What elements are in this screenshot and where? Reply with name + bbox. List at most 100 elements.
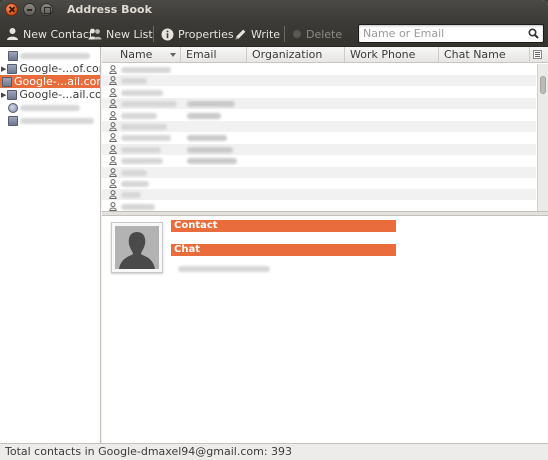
delete-icon — [292, 29, 302, 39]
contact-row[interactable] — [102, 178, 536, 189]
column-organization[interactable]: Organization — [247, 47, 345, 63]
contact-person-icon — [109, 76, 117, 86]
maximize-window-button[interactable] — [40, 3, 53, 16]
contact-row[interactable] — [102, 189, 536, 201]
title-bar[interactable]: Address Book — [0, 0, 548, 20]
directory-label: Google-...of.com — [19, 62, 100, 75]
search-box[interactable] — [358, 24, 544, 43]
contact-name-redacted — [121, 158, 163, 165]
expand-arrow-icon[interactable]: ▶ — [1, 91, 6, 99]
directory-item[interactable]: ▶ Google-...of.com — [0, 62, 100, 75]
properties-button[interactable]: Properties — [161, 26, 234, 42]
default-avatar-icon — [115, 226, 159, 269]
contact-email-redacted — [187, 158, 237, 165]
contact-row[interactable] — [102, 155, 536, 166]
new-list-label: New List — [106, 27, 153, 41]
contact-row[interactable] — [102, 75, 536, 87]
address-book-window: Address Book New Contact New List Proper… — [0, 0, 548, 460]
contact-row[interactable] — [102, 87, 536, 98]
toolbar-separator — [284, 26, 285, 42]
delete-label: Delete — [306, 27, 343, 41]
contacts-list-pane: Name Email Organization Work Phone Chat … — [102, 47, 548, 211]
search-icon[interactable] — [528, 28, 539, 39]
contact-email-redacted — [187, 112, 221, 119]
contact-email-redacted — [187, 135, 227, 142]
collected-addresses-icon — [8, 102, 18, 113]
book-icon — [8, 50, 18, 61]
column-work-phone[interactable]: Work Phone — [345, 47, 439, 63]
new-list-button[interactable]: New List — [88, 26, 153, 42]
contact-name-redacted — [121, 67, 171, 73]
contact-name-redacted — [121, 192, 141, 199]
expand-arrow-icon[interactable]: ▶ — [1, 65, 6, 73]
directory-item[interactable] — [0, 101, 100, 114]
contact-section-header: Contact — [171, 220, 396, 232]
contact-person-icon — [109, 65, 117, 74]
list-header: Name Email Organization Work Phone Chat … — [102, 47, 548, 63]
directory-pane: ▶ Google-...of.comGoogle-...ail.com▶Googl… — [0, 47, 101, 443]
new-contact-label: New Contact — [23, 27, 94, 41]
contact-person-icon — [109, 87, 117, 97]
chat-value-redacted — [178, 266, 270, 272]
contact-name-redacted — [121, 169, 147, 176]
contact-name-redacted — [121, 124, 167, 130]
directory-label: Google-...ail.com — [14, 75, 100, 88]
directory-label-redacted — [20, 104, 80, 111]
contact-person-icon — [109, 122, 117, 131]
directory-item[interactable] — [0, 49, 100, 62]
toolbar-separator — [153, 26, 154, 42]
contact-name-redacted — [121, 78, 147, 85]
new-list-icon — [88, 28, 102, 40]
contact-person-icon — [109, 167, 117, 177]
status-bar: Total contacts in Google-dmaxel94@gmail.… — [0, 443, 548, 460]
book-icon — [7, 89, 18, 100]
directory-item[interactable] — [0, 114, 100, 127]
contact-row[interactable] — [102, 64, 536, 75]
search-input[interactable] — [363, 26, 523, 41]
new-contact-button[interactable]: New Contact — [6, 26, 93, 42]
book-icon — [2, 76, 12, 87]
directory-label-redacted — [20, 52, 90, 59]
book-icon — [8, 115, 18, 126]
contact-person-icon — [109, 110, 117, 120]
pencil-icon — [235, 29, 246, 39]
write-button[interactable]: Write — [234, 26, 280, 42]
chat-section-header: Chat — [171, 244, 396, 256]
column-chat-name[interactable]: Chat Name — [439, 47, 530, 63]
book-icon — [7, 63, 18, 74]
new-contact-icon — [7, 28, 18, 40]
contact-name-redacted — [121, 135, 171, 142]
contact-person-icon — [109, 190, 117, 200]
contact-card-pane: Contact Chat — [102, 216, 548, 443]
contact-row[interactable] — [102, 143, 536, 155]
contact-email-redacted — [187, 101, 235, 108]
contact-row[interactable] — [102, 201, 536, 211]
contact-photo — [111, 222, 163, 273]
directory-item[interactable]: Google-...ail.com — [0, 75, 100, 88]
directory-item[interactable]: ▶ Google-...ail.com — [0, 88, 100, 101]
contact-name-redacted — [121, 89, 163, 96]
contact-name-redacted — [121, 203, 155, 210]
contact-row[interactable] — [102, 166, 536, 178]
column-email[interactable]: Email — [181, 47, 247, 63]
contact-row[interactable] — [102, 132, 536, 143]
contact-name-redacted — [121, 146, 161, 153]
contact-person-icon — [109, 156, 117, 166]
delete-button[interactable]: Delete — [292, 26, 342, 42]
contact-row[interactable] — [102, 110, 536, 121]
column-picker-icon[interactable] — [533, 50, 542, 59]
contact-person-icon — [109, 144, 117, 154]
contact-person-icon — [109, 133, 117, 143]
contact-person-icon — [109, 179, 117, 188]
contact-email-redacted — [187, 146, 233, 153]
contact-person-icon — [109, 201, 117, 211]
contact-name-redacted — [121, 181, 149, 187]
contact-row[interactable] — [102, 121, 536, 132]
minimize-window-button[interactable] — [23, 3, 36, 16]
scrollbar-thumb[interactable] — [540, 76, 546, 94]
close-window-button[interactable] — [5, 3, 18, 16]
vertical-scrollbar[interactable] — [537, 64, 548, 211]
contact-name-redacted — [121, 112, 157, 119]
contact-row[interactable] — [102, 98, 536, 110]
properties-label: Properties — [178, 27, 234, 41]
